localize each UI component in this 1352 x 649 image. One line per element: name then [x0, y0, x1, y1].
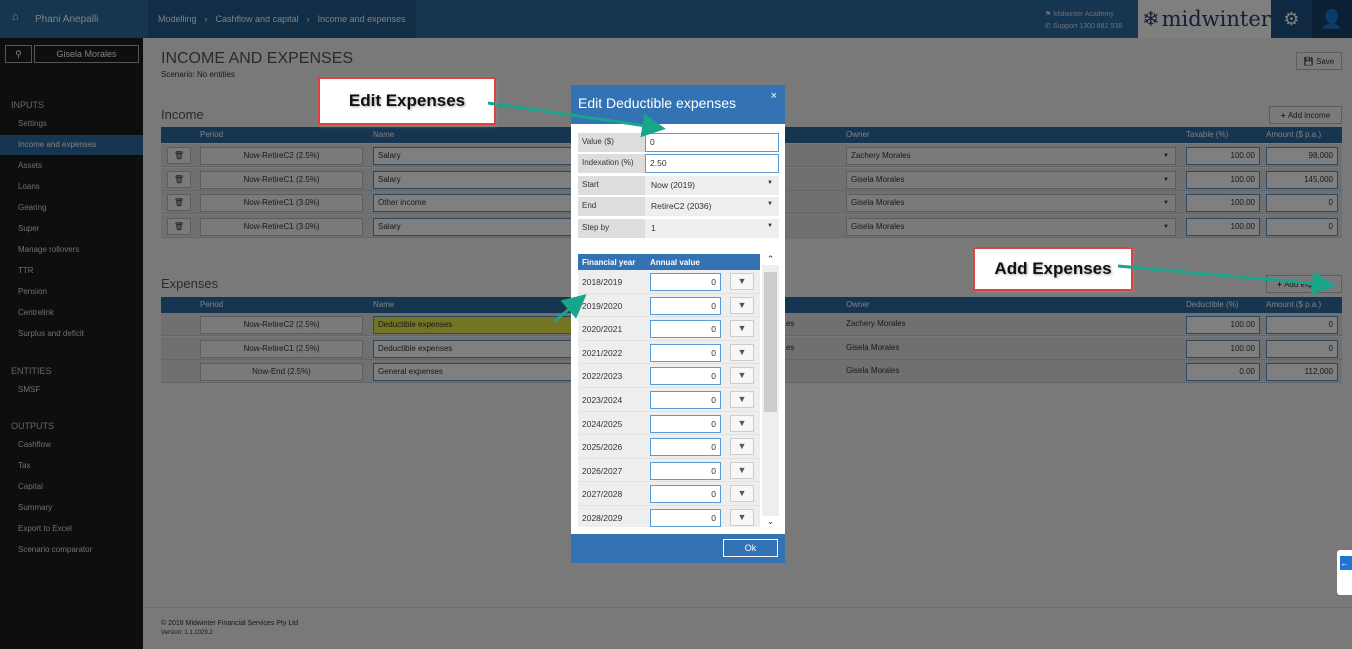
arrow-add: [1117, 264, 1336, 296]
annotation-arrows: [487, 101, 1336, 323]
arrow-row: [554, 294, 587, 323]
arrow-edit: [487, 101, 666, 138]
